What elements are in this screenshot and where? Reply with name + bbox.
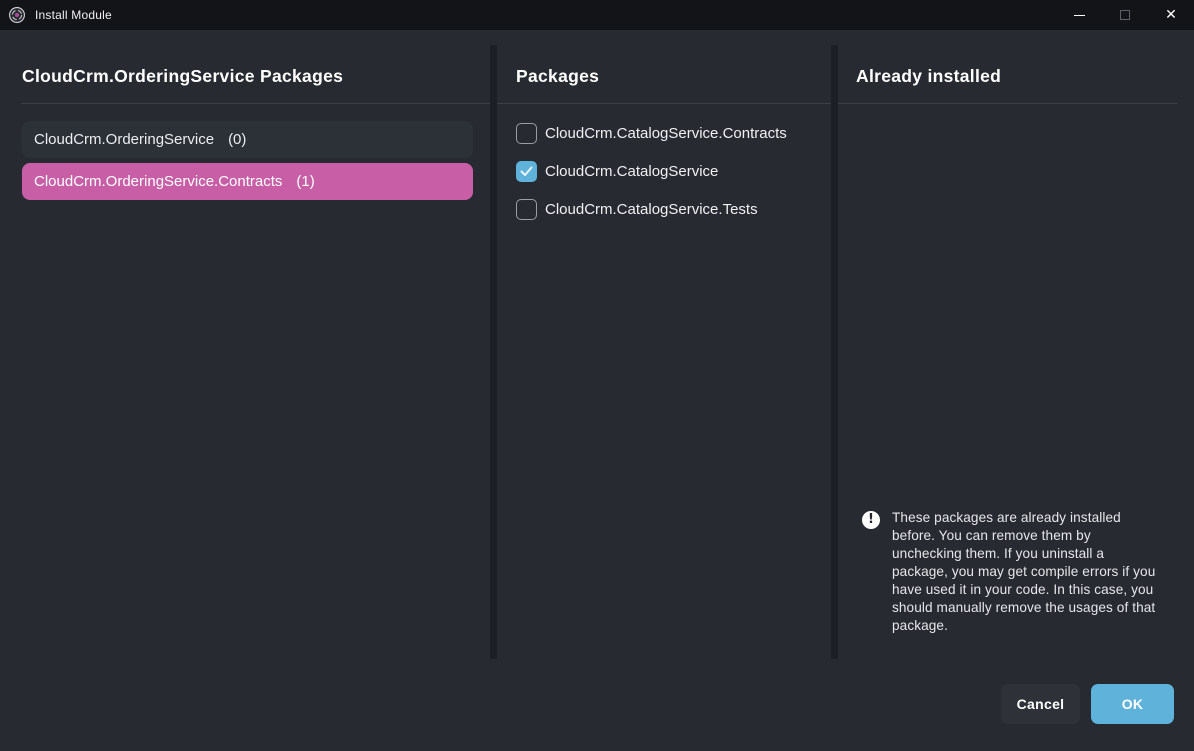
left-panel-title: CloudCrm.OrderingService Packages — [22, 66, 343, 87]
checkbox-unchecked[interactable] — [516, 199, 537, 220]
middle-panel-title: Packages — [516, 66, 599, 87]
ok-button[interactable]: OK — [1091, 684, 1174, 724]
checkbox-unchecked[interactable] — [516, 123, 537, 144]
checkbox-checked[interactable] — [516, 161, 537, 182]
module-count: (0) — [228, 131, 246, 148]
module-list-item-orderingservice[interactable]: CloudCrm.OrderingService (0) — [22, 121, 473, 158]
column-separator-2 — [831, 45, 838, 659]
install-module-dialog: Install Module ✕ CloudCrm.OrderingServic… — [0, 0, 1194, 751]
header-divider — [21, 103, 1177, 104]
minimize-button[interactable] — [1056, 0, 1102, 30]
close-icon: ✕ — [1165, 8, 1177, 22]
cancel-button[interactable]: Cancel — [1001, 684, 1080, 724]
package-label: CloudCrm.CatalogService — [545, 163, 718, 180]
module-list-item-orderingservice-contracts[interactable]: CloudCrm.OrderingService.Contracts (1) — [22, 163, 473, 200]
module-count: (1) — [296, 173, 314, 190]
module-name: CloudCrm.OrderingService — [34, 131, 214, 148]
package-row-catalogservice-contracts[interactable]: CloudCrm.CatalogService.Contracts — [516, 122, 816, 144]
package-label: CloudCrm.CatalogService.Contracts — [545, 125, 787, 142]
package-label: CloudCrm.CatalogService.Tests — [545, 201, 758, 218]
checkmark-icon — [520, 166, 533, 177]
maximize-icon — [1120, 10, 1130, 20]
module-list: CloudCrm.OrderingService (0) CloudCrm.Or… — [22, 121, 473, 205]
dialog-content: CloudCrm.OrderingService Packages Packag… — [0, 30, 1194, 751]
window-title: Install Module — [35, 8, 112, 22]
minimize-icon — [1074, 15, 1085, 16]
package-row-catalogservice[interactable]: CloudCrm.CatalogService — [516, 160, 816, 182]
abp-logo-icon — [8, 6, 26, 24]
maximize-button[interactable] — [1102, 0, 1148, 30]
package-list: CloudCrm.CatalogService.Contracts CloudC… — [516, 122, 816, 236]
close-button[interactable]: ✕ — [1148, 0, 1194, 30]
titlebar: Install Module ✕ — [0, 0, 1194, 30]
package-row-catalogservice-tests[interactable]: CloudCrm.CatalogService.Tests — [516, 198, 816, 220]
note-text: These packages are already installed bef… — [892, 509, 1162, 635]
exclamation-icon: ! — [862, 511, 880, 529]
column-separator-1 — [490, 45, 497, 659]
caption-buttons: ✕ — [1056, 0, 1194, 30]
module-name: CloudCrm.OrderingService.Contracts — [34, 173, 282, 190]
already-installed-note: ! These packages are already installed b… — [862, 509, 1162, 635]
right-panel-title: Already installed — [856, 66, 1001, 87]
